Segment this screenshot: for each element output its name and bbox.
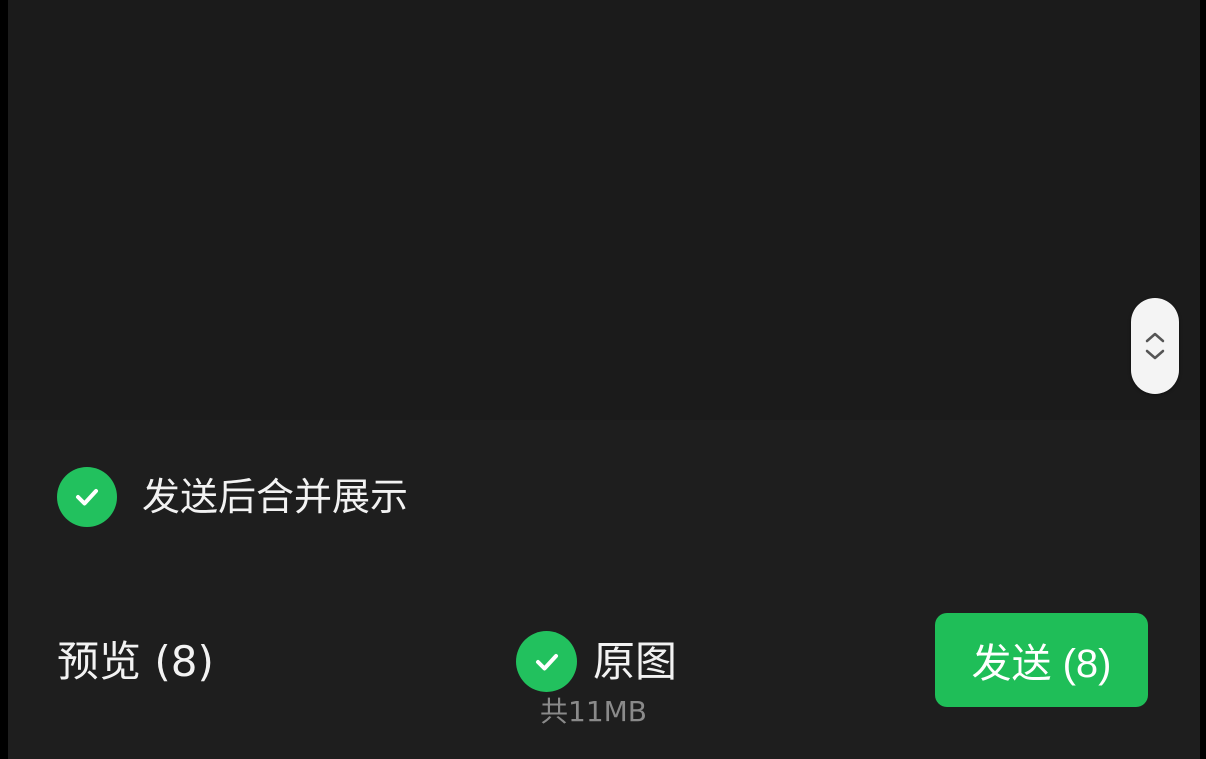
media-send-screen: 发送后合并展示 预览 (8) 原图 共11MB 发送 (8) — [0, 0, 1206, 759]
merge-display-checkbox[interactable] — [57, 467, 117, 527]
media-content-area — [8, 0, 1200, 420]
original-image-checkbox[interactable] — [516, 631, 577, 692]
chevron-up-icon — [1145, 332, 1165, 343]
right-edge — [1200, 0, 1206, 759]
left-edge — [0, 0, 8, 759]
chevron-down-icon — [1145, 349, 1165, 360]
preview-button[interactable]: 预览 (8) — [57, 634, 214, 690]
fast-scroll-handle[interactable] — [1131, 298, 1179, 394]
original-image-label[interactable]: 原图 — [593, 634, 677, 690]
total-size-label: 共11MB — [540, 695, 647, 728]
checkmark-icon — [76, 489, 98, 506]
send-button[interactable]: 发送 (8) — [935, 613, 1148, 707]
merge-display-label[interactable]: 发送后合并展示 — [142, 472, 408, 522]
checkmark-icon — [535, 653, 558, 670]
